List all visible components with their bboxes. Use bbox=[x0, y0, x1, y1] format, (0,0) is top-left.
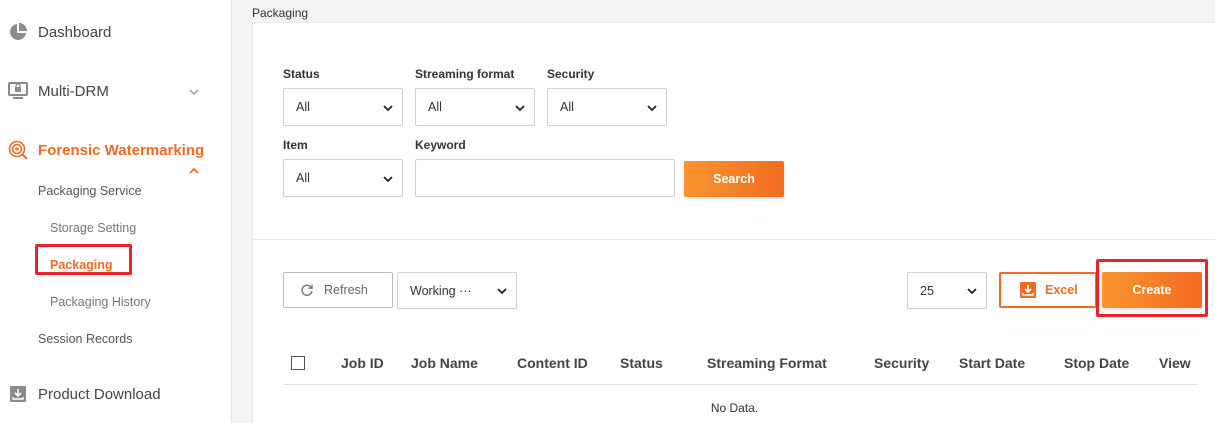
create-button[interactable]: Create bbox=[1102, 272, 1202, 308]
refresh-icon bbox=[300, 283, 314, 297]
page-size-value: 25 bbox=[920, 283, 934, 298]
chevron-down-icon bbox=[188, 85, 202, 99]
column-header-job-id[interactable]: Job ID bbox=[341, 355, 384, 371]
sidebar-subitem-packaging-history[interactable]: Packaging History bbox=[50, 295, 151, 309]
sidebar: Dashboard Multi-DRM Forensic Watermarkin… bbox=[0, 0, 232, 423]
table-header-row: Job ID Job Name Content ID Status Stream… bbox=[283, 343, 1198, 385]
refresh-button[interactable]: Refresh bbox=[283, 272, 393, 308]
column-header-stop-date[interactable]: Stop Date bbox=[1064, 355, 1129, 371]
item-label: Item bbox=[283, 138, 308, 152]
sidebar-subitem-packaging-service[interactable]: Packaging Service bbox=[38, 184, 142, 198]
sidebar-item-label: Product Download bbox=[38, 386, 161, 403]
security-select[interactable]: All bbox=[547, 88, 667, 126]
sidebar-item-label: Forensic Watermarking bbox=[38, 142, 205, 159]
column-header-security[interactable]: Security bbox=[874, 355, 929, 371]
sidebar-item-multi-drm[interactable]: Multi-DRM bbox=[0, 79, 232, 103]
column-header-content-id[interactable]: Content ID bbox=[517, 355, 588, 371]
streaming-format-label: Streaming format bbox=[415, 67, 515, 81]
divider bbox=[253, 239, 1215, 240]
keyword-input[interactable] bbox=[415, 159, 675, 197]
refresh-label: Refresh bbox=[324, 283, 368, 297]
sidebar-item-label: Multi-DRM bbox=[38, 83, 109, 100]
empty-table-message: No Data. bbox=[710, 401, 759, 415]
item-select-value: All bbox=[296, 171, 310, 185]
sidebar-item-label: Dashboard bbox=[38, 24, 112, 41]
chevron-down-icon bbox=[966, 285, 978, 297]
working-select[interactable]: Working ··· bbox=[397, 272, 517, 309]
security-label: Security bbox=[547, 67, 595, 81]
streaming-format-select[interactable]: All bbox=[415, 88, 535, 126]
chevron-up-icon[interactable] bbox=[188, 164, 202, 178]
sidebar-subitem-packaging[interactable]: Packaging bbox=[50, 258, 113, 272]
monitor-lock-icon bbox=[8, 81, 28, 101]
pie-chart-icon bbox=[8, 22, 28, 42]
status-label: Status bbox=[283, 67, 320, 81]
security-select-value: All bbox=[560, 100, 574, 114]
search-button[interactable]: Search bbox=[684, 161, 784, 197]
column-header-streaming-format[interactable]: Streaming Format bbox=[707, 355, 827, 371]
select-all-checkbox[interactable] bbox=[291, 356, 305, 370]
column-header-status[interactable]: Status bbox=[620, 355, 663, 371]
excel-download-icon bbox=[1019, 281, 1037, 299]
download-icon bbox=[8, 384, 28, 404]
excel-button[interactable]: Excel bbox=[999, 272, 1097, 308]
column-header-start-date[interactable]: Start Date bbox=[959, 355, 1025, 371]
chevron-down-icon bbox=[496, 285, 508, 297]
main-content: Packaging Status All Streaming format Al… bbox=[232, 0, 1215, 423]
column-header-job-name[interactable]: Job Name bbox=[411, 355, 478, 371]
chevron-down-icon bbox=[382, 173, 394, 185]
sidebar-item-product-download[interactable]: Product Download bbox=[0, 382, 232, 406]
chevron-down-icon bbox=[646, 102, 658, 114]
sidebar-item-forensic-watermarking[interactable]: Forensic Watermarking bbox=[0, 138, 232, 174]
working-select-value: Working ··· bbox=[410, 283, 472, 298]
sidebar-item-dashboard[interactable]: Dashboard bbox=[0, 20, 232, 44]
keyword-label: Keyword bbox=[415, 138, 466, 152]
streaming-format-select-value: All bbox=[428, 100, 442, 114]
item-select[interactable]: All bbox=[283, 159, 403, 197]
chevron-down-icon bbox=[514, 102, 526, 114]
column-header-view[interactable]: View bbox=[1159, 355, 1191, 371]
chevron-down-icon bbox=[382, 102, 394, 114]
excel-label: Excel bbox=[1045, 283, 1078, 297]
breadcrumb: Packaging bbox=[252, 6, 309, 20]
status-select-value: All bbox=[296, 100, 310, 114]
sidebar-subitem-storage-setting[interactable]: Storage Setting bbox=[50, 221, 136, 235]
packaging-card: Status All Streaming format All Security… bbox=[252, 22, 1215, 423]
page-size-select[interactable]: 25 bbox=[907, 272, 987, 309]
status-select[interactable]: All bbox=[283, 88, 403, 126]
target-icon bbox=[8, 140, 28, 160]
sidebar-subitem-session-records[interactable]: Session Records bbox=[38, 332, 133, 346]
